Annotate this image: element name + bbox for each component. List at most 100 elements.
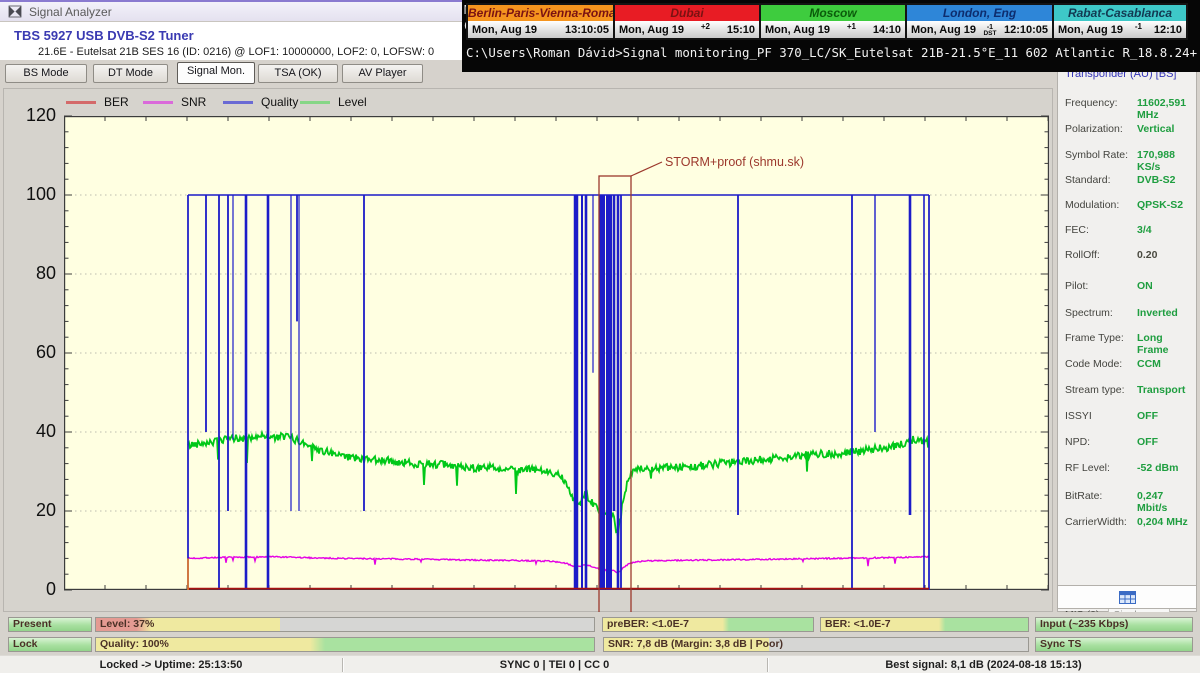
signal-bar-level: Level: 37% [95,617,595,632]
clock-date: Mon, Aug 19 [472,24,537,36]
transponder-row-value: 11602,591 MHz [1137,97,1191,111]
legend-label: BER [104,95,129,109]
signal-bar-lock: Lock [8,637,92,652]
tab-dt-mode[interactable]: DT Mode [93,64,168,83]
legend-item-snr: SNR [143,95,206,109]
status-bar: Locked -> Uptime: 25:13:50SYNC 0 | TEI 0… [0,655,1200,673]
transponder-row: Polarization:Vertical [1065,123,1191,137]
signal-bar-label: Present [13,618,52,631]
clock-dubai: Dubai Mon, Aug 19 +2 15:10 [613,3,761,40]
clock-city-label: Berlin-Paris-Vienna-Roma [468,5,613,21]
legend-item-ber: BER [66,95,129,109]
transponder-row-label: RF Level: [1065,462,1137,476]
legend-item-quality: Quality [223,95,298,109]
console-overlay: M C Berlin-Paris-Vienna-RomaMon, Aug 191… [462,0,1200,72]
transponder-row: CarrierWidth:0,204 MHz [1065,516,1191,530]
transponder-row-value: 0,247 Mbit/s [1137,490,1191,504]
clock-time: 14:10 [873,24,901,36]
y-axis-label: 20 [10,500,56,521]
clock-utc-offset: +1 [847,22,856,31]
signal-bar-quality: Quality: 100% [95,637,595,652]
clock-dst-label: DST [983,31,996,37]
tab-av-player[interactable]: AV Player [342,64,423,83]
clock-time: 12:10:05 [1004,24,1048,36]
legend-swatch [300,101,330,104]
legend-item-level: Level [300,95,367,109]
y-axis-label: 40 [10,421,56,442]
signal-bar-label: Lock [13,638,38,651]
transponder-row-label: Stream type: [1065,384,1137,398]
transponder-row: ISSYIOFF [1065,410,1191,424]
table-icon [1119,591,1136,604]
transponder-row: FEC:3/4 [1065,224,1191,238]
transponder-row-value: 170,988 KS/s [1137,149,1191,163]
clock-time: 15:10 [727,24,755,36]
signal-bar-label: SNR: 7,8 dB (Margin: 3,8 dB | Poor) [608,638,783,651]
signal-bar-label: preBER: <1.0E-7 [607,618,689,631]
tab-tsa-ok-[interactable]: TSA (OK) [258,64,338,83]
transponder-row-label: Polarization: [1065,123,1137,137]
transponder-row-value: 0.20 [1137,249,1157,263]
signal-bar-input-235-kbps-: Input (~235 Kbps) [1035,617,1193,632]
transponder-row-label: CarrierWidth: [1065,516,1137,530]
signal-bar-label: Input (~235 Kbps) [1040,618,1128,631]
legend-label: SNR [181,95,206,109]
transponder-row-label: Modulation: [1065,199,1137,213]
storm-annotation-label: STORM+proof (shmu.sk) [665,155,804,169]
tab-signal-mon-[interactable]: Signal Mon. [177,62,255,84]
transponder-row-value: Long Frame [1137,332,1191,346]
clock-berlin-paris-vienna-roma: Berlin-Paris-Vienna-RomaMon, Aug 1913:10… [466,3,615,40]
transponder-row: Stream type:Transport [1065,384,1191,398]
signal-bar-present: Present [8,617,92,632]
clock-date: Mon, Aug 19 [619,24,684,36]
signal-bar-sync-ts: Sync TS [1035,637,1193,652]
transponder-row: Spectrum:Inverted [1065,307,1191,321]
transponder-row-label: Frequency: [1065,97,1137,111]
status-section: SYNC 0 | TEI 0 | CC 0 [342,656,767,673]
transponder-row: Code Mode:CCM [1065,358,1191,372]
transponder-row-label: Symbol Rate: [1065,149,1137,163]
export-table-button[interactable] [1057,585,1197,609]
signal-bar-preber: preBER: <1.0E-7 [602,617,814,632]
clock-date-time: Mon, Aug 19-1DST12:10:05 [907,21,1052,38]
transponder-row: Pilot:ON [1065,280,1191,294]
clock-london-eng: London, EngMon, Aug 19-1DST12:10:05 [905,3,1054,40]
transponder-row-label: Code Mode: [1065,358,1137,372]
signal-plot: STORM+proof (shmu.sk) [64,116,1049,590]
clock-utc-offset: +2 [701,22,710,31]
tuner-subtitle: 21.6E - Eutelsat 21B SES 16 (ID: 0216) @… [38,46,434,58]
clock-city-label: Rabat-Casablanca [1054,5,1186,21]
signal-analyzer-window: Signal Analyzer TBS 5927 USB DVB-S2 Tune… [0,0,1200,673]
transponder-row: Symbol Rate:170,988 KS/s [1065,149,1191,163]
clock-time: 12:10 [1154,24,1182,36]
clock-city-label: Dubai [615,5,759,21]
signal-bar-snr: SNR: 7,8 dB (Margin: 3,8 dB | Poor) [603,637,1029,652]
y-axis-label: 60 [10,342,56,363]
signal-bar-label: BER: <1.0E-7 [825,618,891,631]
transponder-row-label: ISSYI [1065,410,1137,424]
transponder-row-label: Pilot: [1065,280,1137,294]
tab-bs-mode[interactable]: BS Mode [5,64,87,83]
transponder-row-value: QPSK-S2 [1137,199,1183,213]
y-axis-label: 80 [10,263,56,284]
y-axis-label: 0 [10,579,56,600]
y-axis-label: 120 [10,105,56,126]
legend-swatch [223,101,253,104]
tuner-title: TBS 5927 USB DVB-S2 Tuner [14,28,194,43]
transponder-row-label: Spectrum: [1065,307,1137,321]
transponder-row-label: FEC: [1065,224,1137,238]
legend-swatch [66,101,96,104]
clock-date-time: Mon, Aug 19+114:10 [761,21,905,38]
transponder-row: RF Level:-52 dBm [1065,462,1191,476]
bowtie-app-icon [8,5,22,18]
transponder-row: Standard:DVB-S2 [1065,174,1191,188]
clock-utc-offset: -1 [1135,22,1142,31]
transponder-row: Frame Type:Long Frame [1065,332,1191,346]
transponder-row: RollOff:0.20 [1065,249,1191,263]
clock-date: Mon, Aug 19 [911,24,976,36]
transponder-row-value: OFF [1137,410,1158,424]
status-section: Best signal: 8,1 dB (2024-08-18 15:13) [767,656,1200,673]
transponder-row-value: 3/4 [1137,224,1152,238]
clock-rabat-casablanca: Rabat-CasablancaMon, Aug 19-112:10 [1052,3,1188,40]
transponder-row: Modulation:QPSK-S2 [1065,199,1191,213]
